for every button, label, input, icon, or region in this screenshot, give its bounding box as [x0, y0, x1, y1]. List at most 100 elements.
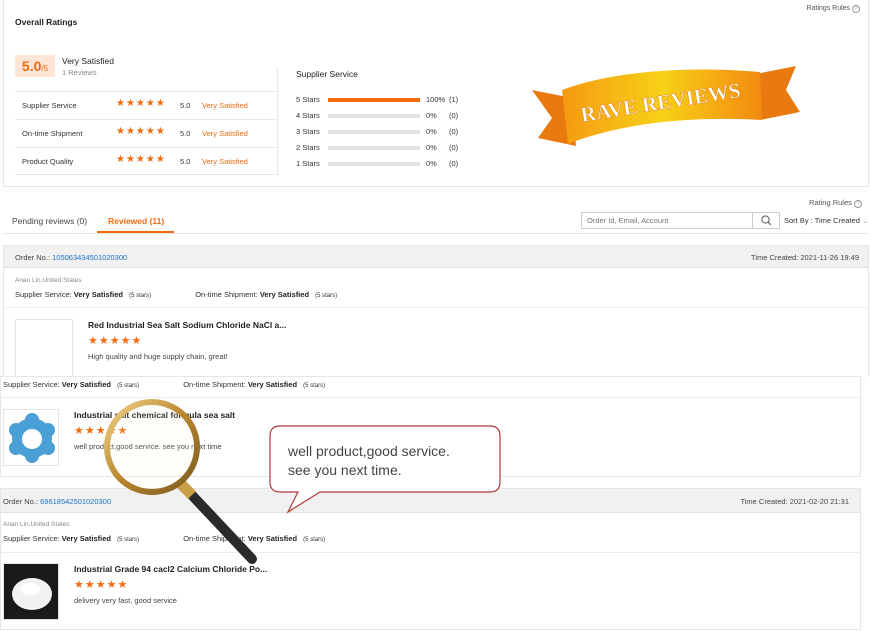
search-icon: [761, 215, 772, 226]
search-input[interactable]: [582, 213, 753, 228]
star-row-count: (0): [449, 143, 459, 152]
overall-ratings-panel: Overall Ratings Ratings Rules ? 5.0/5 Ve…: [3, 0, 869, 187]
star-row-bar: [328, 162, 420, 166]
shipment-stars: (5 stars): [303, 537, 326, 543]
help-icon: ?: [854, 200, 862, 208]
star-row-bar: [328, 98, 420, 102]
order-card: Order No.: 105063434501020300 Time Creat…: [3, 245, 869, 377]
rating-rules-label[interactable]: Rating Rules: [809, 198, 852, 207]
callout-line-1: well product,good service.: [288, 443, 450, 459]
overall-label: Very Satisfied: [62, 56, 114, 66]
star-row-bar: [328, 114, 420, 118]
category-row: On-time Shipment ★★★★★ 5.0 Very Satisfie…: [15, 119, 278, 147]
category-name: On-time Shipment: [22, 129, 83, 138]
category-stars: ★★★★★: [116, 154, 166, 165]
star-row: 1 Stars 0% (0): [296, 159, 476, 175]
category-label: Very Satisfied: [202, 129, 248, 138]
star-row: 3 Stars 0% (0): [296, 127, 476, 143]
overall-score-box: 5.0/5: [15, 55, 55, 77]
product-title[interactable]: Red Industrial Sea Salt Sodium Chloride …: [88, 320, 286, 330]
order-number: Order No.: 105063434501020300: [15, 253, 127, 262]
supplier-service-stars: (5 stars): [117, 383, 140, 389]
supplier-service-label: Supplier Service:: [15, 290, 72, 299]
panel-divider: [277, 68, 278, 176]
category-list: Supplier Service ★★★★★ 5.0 Very Satisfie…: [15, 91, 278, 175]
search-button[interactable]: [752, 213, 779, 228]
review-comment: delivery very fast, good service: [74, 596, 177, 605]
order-divider: [4, 307, 868, 308]
star-row-label: 5 Stars: [296, 95, 320, 104]
reviews-count: 1 Reviews: [62, 68, 97, 77]
buyer-info: Anan Lin,United States: [15, 277, 82, 284]
order-time: Time Created: 2021-02-20 21:31: [740, 497, 849, 506]
star-row-percent: 0%: [426, 143, 437, 152]
chevron-down-icon: ⌄: [861, 216, 869, 225]
star-row: 5 Stars 100% (1): [296, 95, 476, 111]
category-stars: ★★★★★: [116, 126, 166, 137]
search-box[interactable]: [581, 212, 780, 229]
callout-line-2: see you next time.: [288, 462, 402, 478]
category-score: 5.0: [180, 129, 191, 138]
supplier-service-stars: (5 stars): [129, 293, 152, 299]
order-number-link[interactable]: 105063434501020300: [52, 253, 127, 262]
category-score: 5.0: [180, 101, 191, 110]
shipment-stars: (5 stars): [315, 293, 338, 299]
tab-reviewed[interactable]: Reviewed (11): [108, 216, 164, 226]
star-row: 2 Stars 0% (0): [296, 143, 476, 159]
shipment-stars: (5 stars): [303, 383, 326, 389]
star-row-label: 4 Stars: [296, 111, 320, 120]
sort-label[interactable]: Sort By : Time Created: [784, 216, 860, 225]
order-ratings: Supplier Service: Very Satisfied (5 star…: [3, 380, 325, 389]
overall-score: 5.0: [21, 58, 42, 74]
magnifier-overlay: [104, 399, 257, 564]
category-row: Supplier Service ★★★★★ 5.0 Very Satisfie…: [15, 91, 278, 119]
order-number-label: Order No.:: [15, 253, 51, 262]
tab-pending[interactable]: Pending reviews (0): [12, 216, 87, 226]
star-row-bar-fill: [328, 98, 420, 102]
supplier-service-label: Supplier Service:: [3, 380, 60, 389]
shipment-value: Very Satisfied: [259, 290, 310, 299]
star-row-percent: 0%: [426, 111, 437, 120]
review-stars: ★★★★★: [74, 579, 129, 591]
review-comment: High quality and huge supply chain, grea…: [88, 352, 228, 361]
order-number-label: Order No.:: [3, 497, 39, 506]
product-thumbnail[interactable]: [3, 409, 59, 466]
supplier-service-title: Supplier Service: [296, 69, 358, 79]
star-row-percent: 0%: [426, 159, 437, 168]
category-stars: ★★★★★: [116, 98, 166, 109]
magnifier-lens: [104, 399, 200, 495]
star-row-label: 2 Stars: [296, 143, 320, 152]
ratings-rules-link[interactable]: Ratings Rules ?: [806, 5, 860, 13]
category-score: 5.0: [180, 157, 191, 166]
magnifier-collar: [176, 479, 196, 499]
ribbon-right-tail: [756, 66, 800, 120]
review-stars: ★★★★★: [88, 335, 143, 347]
rave-reviews-banner: RAVE REVIEWS: [532, 66, 800, 146]
overall-ratings-title: Overall Ratings: [15, 17, 78, 27]
star-distribution: 5 Stars 100% (1) 4 Stars 0% (0) 3 Stars …: [296, 95, 476, 175]
tabs-divider: [3, 233, 869, 234]
buyer-info: Anan Lin,United States: [3, 521, 70, 528]
star-row-bar: [328, 130, 420, 134]
supplier-service-value: Very Satisfied: [73, 290, 123, 299]
sort-dropdown[interactable]: Sort By : Time Created ⌄: [784, 216, 868, 225]
order-header: Order No.: 105063434501020300 Time Creat…: [4, 246, 868, 268]
ratings-rules-label[interactable]: Ratings Rules: [806, 5, 850, 12]
category-name: Product Quality: [22, 157, 74, 166]
product-thumbnail[interactable]: [15, 319, 73, 377]
shipment-label: On-time Shipment:: [195, 290, 258, 299]
order-number: Order No.: 69618542501020300: [3, 497, 111, 506]
callout-text: well product,good service. see you next …: [288, 442, 450, 480]
overall-score-suffix: /5: [41, 64, 49, 73]
shipment-label: On-time Shipment:: [183, 380, 246, 389]
white-powder-image: [12, 578, 52, 610]
magnifier-handle: [183, 486, 257, 564]
star-row-label: 3 Stars: [296, 127, 320, 136]
order-time: Time Created: 2021-11-26 19:49: [751, 253, 859, 262]
category-label: Very Satisfied: [202, 101, 248, 110]
rating-rules-link[interactable]: Rating Rules ?: [809, 198, 862, 208]
star-row-percent: 0%: [426, 127, 437, 136]
shipment-value: Very Satisfied: [247, 380, 298, 389]
star-row-count: (1): [449, 95, 459, 104]
product-thumbnail[interactable]: [3, 563, 59, 620]
